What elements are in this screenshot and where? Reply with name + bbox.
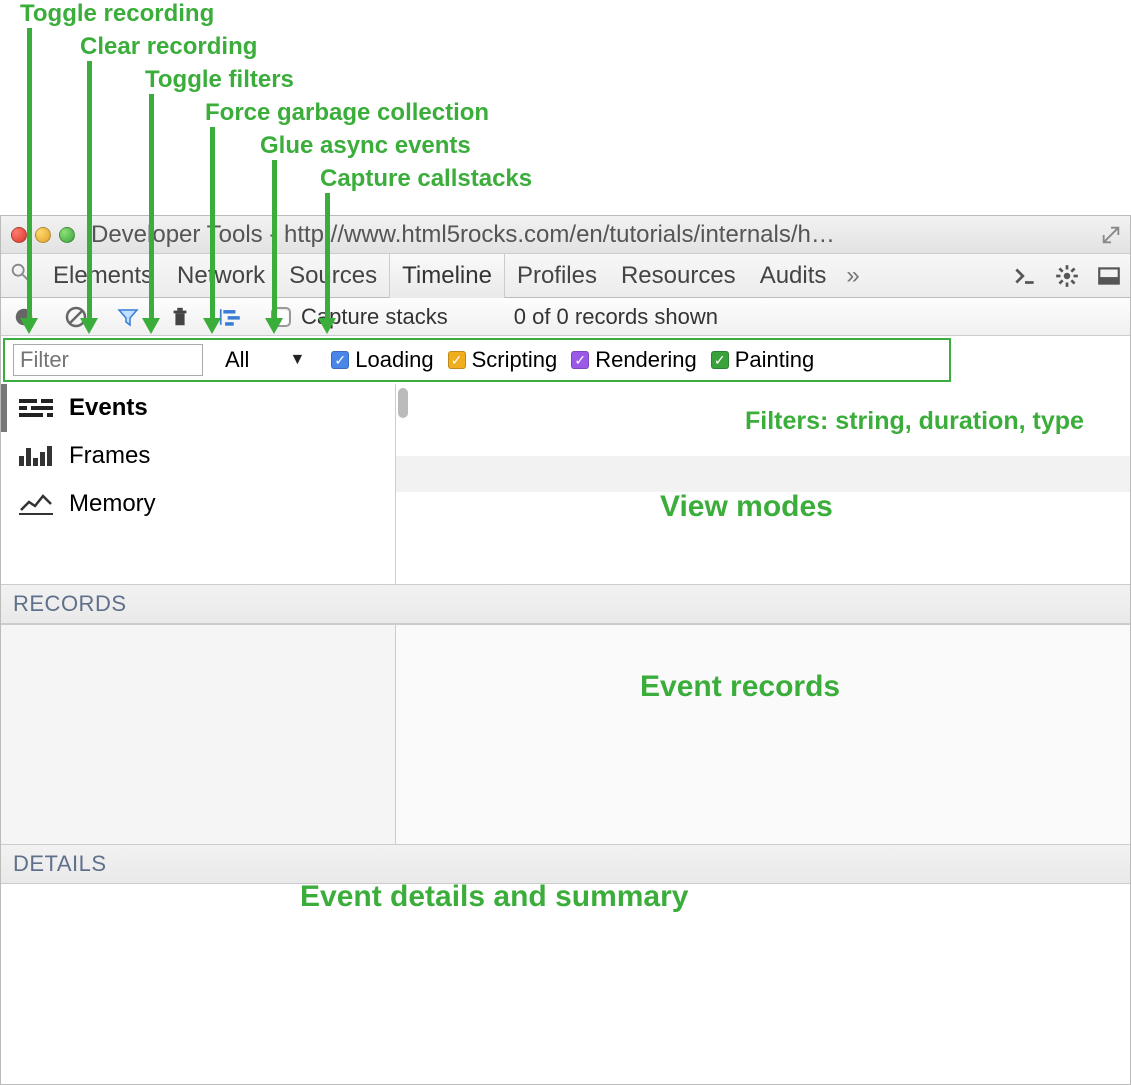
zoom-window-button[interactable] (59, 227, 75, 243)
tab-profiles[interactable]: Profiles (505, 254, 609, 298)
annotation-glue-async: Glue async events (260, 132, 471, 160)
view-modes-sidebar: Events Frames Memory (1, 384, 396, 584)
settings-icon[interactable] (1054, 263, 1080, 289)
mode-label: Events (69, 394, 148, 422)
panel-tabs: Elements Network Sources Timeline Profil… (1, 254, 1130, 298)
mode-memory[interactable]: Memory (1, 480, 395, 528)
records-main (396, 624, 1130, 844)
filter-icon[interactable] (115, 304, 141, 330)
tabs-overflow-button[interactable]: » (838, 262, 867, 290)
mode-events[interactable]: Events (1, 384, 395, 432)
memory-icon (19, 492, 55, 516)
chevron-down-icon: ▼ (289, 351, 305, 369)
traffic-lights (11, 227, 75, 243)
records-sidebar (1, 624, 396, 844)
filter-scripting[interactable]: ✓Scripting (448, 347, 558, 373)
record-button[interactable] (11, 304, 37, 330)
frames-icon (19, 444, 55, 468)
filter-loading[interactable]: ✓Loading (331, 347, 433, 373)
checkbox-icon: ✓ (711, 351, 729, 369)
garbage-collect-button[interactable] (167, 304, 193, 330)
minimize-window-button[interactable] (35, 227, 51, 243)
duration-select[interactable]: All ▼ (217, 345, 317, 375)
dock-icon[interactable] (1096, 263, 1122, 289)
glue-async-button[interactable] (219, 304, 245, 330)
tab-timeline[interactable]: Timeline (389, 254, 505, 298)
tab-network[interactable]: Network (165, 254, 277, 298)
annotation-force-gc: Force garbage collection (205, 99, 489, 127)
annotation-toggle-filters: Toggle filters (145, 66, 294, 94)
close-window-button[interactable] (11, 227, 27, 243)
records-status: 0 of 0 records shown (514, 304, 718, 330)
checkbox-icon: ✓ (448, 351, 466, 369)
annotation-capture-callstacks: Capture callstacks (320, 165, 532, 193)
capture-stacks-label: Capture stacks (301, 304, 448, 330)
mode-label: Frames (69, 442, 150, 470)
mode-frames[interactable]: Frames (1, 432, 395, 480)
details-panel (1, 884, 1130, 1084)
tab-resources[interactable]: Resources (609, 254, 748, 298)
filter-input[interactable] (13, 344, 203, 376)
duration-select-label: All (225, 347, 249, 373)
details-header: DETAILS (1, 844, 1130, 884)
devtools-window: Developer Tools - http://www.html5rocks.… (0, 215, 1131, 1085)
tab-elements[interactable]: Elements (41, 254, 165, 298)
popout-icon[interactable] (1100, 224, 1122, 246)
filter-rendering[interactable]: ✓Rendering (571, 347, 697, 373)
tab-audits[interactable]: Audits (748, 254, 839, 298)
filters-bar: All ▼ ✓Loading ✓Scripting ✓Rendering ✓Pa… (3, 338, 951, 382)
annotation-toggle-recording: Toggle recording (20, 0, 214, 28)
capture-stacks-checkbox[interactable] (271, 307, 291, 327)
checkbox-icon: ✓ (331, 351, 349, 369)
timeline-toolbar: Capture stacks 0 of 0 records shown (1, 298, 1130, 336)
overview-area (396, 384, 1130, 584)
window-title: Developer Tools - http://www.html5rocks.… (91, 221, 1120, 249)
scrollbar-thumb[interactable] (398, 388, 408, 418)
clear-button[interactable] (63, 304, 89, 330)
search-icon[interactable] (9, 261, 31, 290)
records-header: RECORDS (1, 584, 1130, 624)
console-icon[interactable] (1012, 263, 1038, 289)
mode-label: Memory (69, 490, 156, 518)
checkbox-icon: ✓ (571, 351, 589, 369)
events-icon (19, 397, 55, 419)
window-titlebar: Developer Tools - http://www.html5rocks.… (1, 216, 1130, 254)
filter-painting[interactable]: ✓Painting (711, 347, 815, 373)
tab-sources[interactable]: Sources (277, 254, 389, 298)
annotation-clear-recording: Clear recording (80, 33, 257, 61)
